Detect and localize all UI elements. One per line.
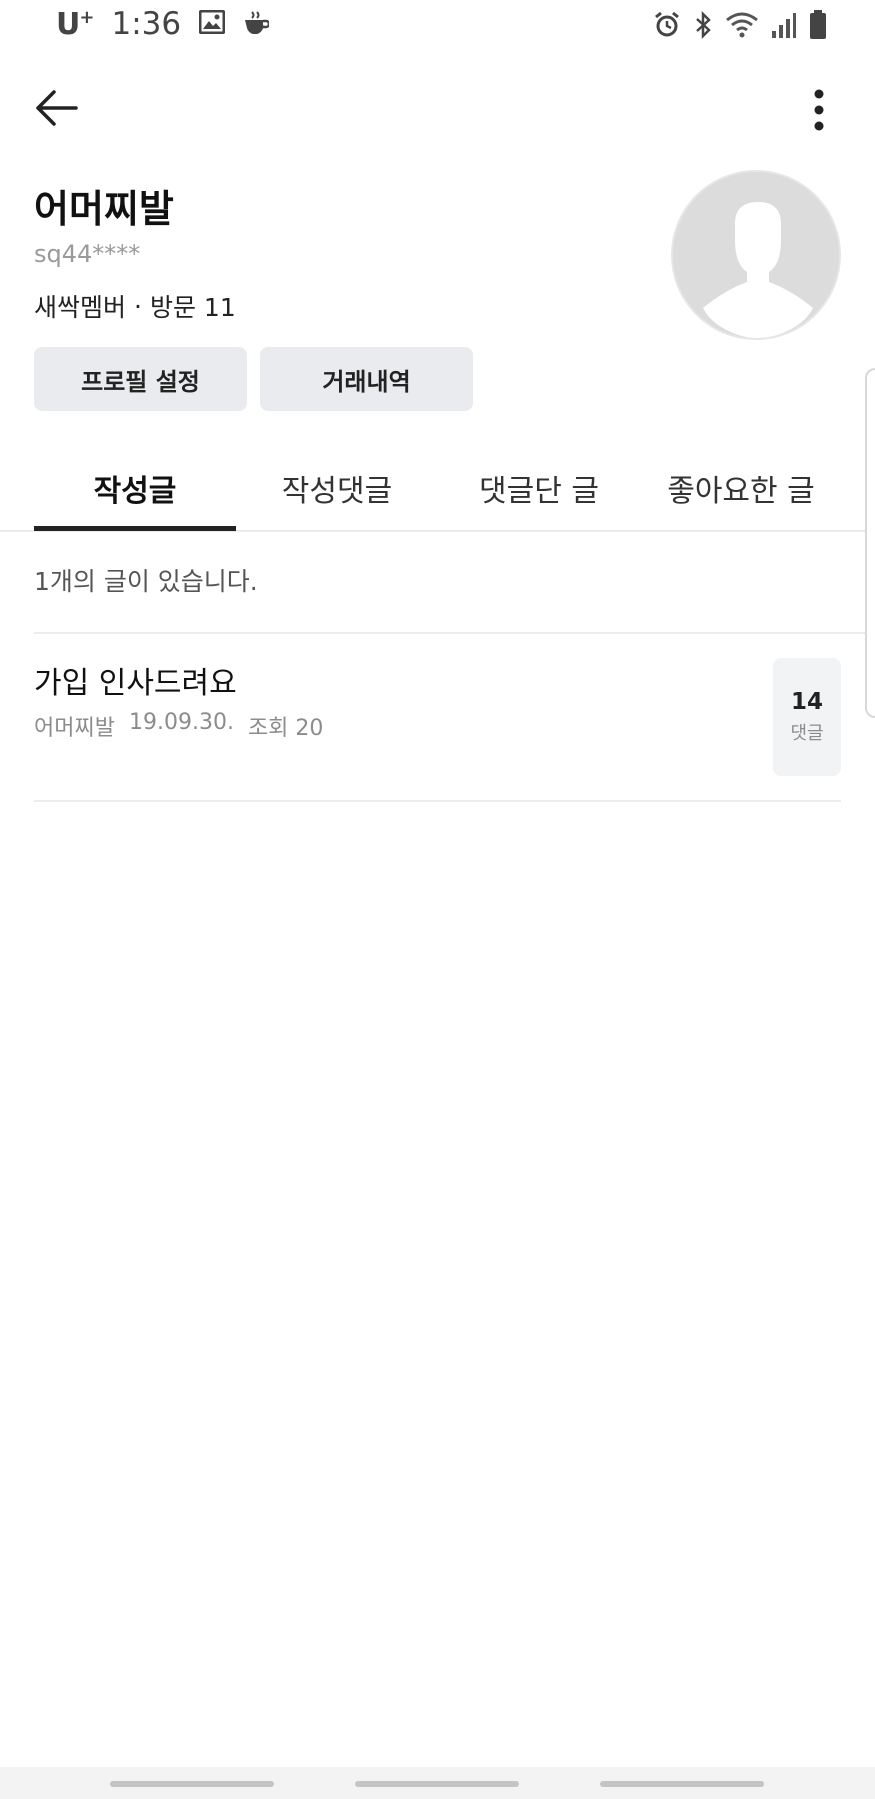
trade-history-button[interactable]: 거래내역 [260, 347, 473, 411]
wifi-icon [725, 11, 759, 43]
navigation-bar [0, 1767, 875, 1799]
meta-separator: · [134, 291, 142, 321]
profile-settings-button[interactable]: 프로필 설정 [34, 347, 247, 411]
battery-icon [809, 10, 827, 44]
nav-recent-button[interactable] [110, 1781, 274, 1787]
signal-icon [771, 11, 797, 43]
divider [34, 800, 841, 802]
active-tab-indicator [34, 526, 236, 531]
profile-meta: 새싹멤버 · 방문 11 [34, 288, 236, 324]
arrow-left-icon [34, 88, 78, 132]
visit-count: 방문 11 [149, 293, 236, 322]
gallery-icon [198, 9, 226, 38]
bluetooth-icon [693, 10, 713, 43]
back-button[interactable] [30, 88, 82, 132]
list-item[interactable]: 가입 인사드려요 어머찌발 19.09.30. 조회 20 14 댓글 [34, 634, 841, 800]
more-options-button[interactable] [799, 88, 839, 136]
profile-user-id: sq44**** [34, 240, 141, 268]
post-views: 조회 20 [247, 716, 324, 741]
comment-label: 댓글 [790, 723, 824, 744]
tab-bar: 작성글 작성댓글 댓글단 글 좋아요한 글 [0, 448, 875, 532]
app-bar [0, 70, 875, 150]
tab-commented-posts[interactable]: 댓글단 글 [438, 448, 640, 532]
person-silhouette-icon [673, 172, 839, 338]
tab-liked-posts[interactable]: 좋아요한 글 [640, 448, 842, 532]
status-left: U+ 1:36 [56, 6, 271, 42]
status-time: 1:36 [111, 6, 182, 42]
tab-label: 작성댓글 [281, 474, 393, 509]
edge-panel-handle[interactable] [865, 368, 875, 718]
carrier-label: U+ [56, 6, 94, 42]
coffee-icon [243, 10, 271, 38]
tab-label: 좋아요한 글 [667, 474, 815, 509]
post-meta: 어머찌발 19.09.30. 조회 20 [34, 710, 323, 742]
tab-my-comments[interactable]: 작성댓글 [236, 448, 438, 532]
avatar[interactable] [671, 170, 841, 340]
post-title: 가입 인사드려요 [34, 666, 237, 701]
post-author: 어머찌발 [34, 716, 115, 741]
status-right [653, 10, 827, 44]
post-count-text: 1개의 글이 있습니다. [34, 567, 258, 596]
nav-back-button[interactable] [600, 1781, 764, 1787]
member-level: 새싹멤버 [34, 293, 127, 322]
post-date: 19.09.30. [128, 710, 234, 735]
comment-count-button[interactable]: 14 댓글 [773, 658, 841, 776]
alarm-icon [653, 11, 681, 43]
nav-home-button[interactable] [355, 1781, 519, 1787]
status-bar: U+ 1:36 [0, 0, 875, 52]
tab-label: 작성글 [93, 474, 177, 509]
more-vertical-icon [813, 88, 825, 136]
tab-label: 댓글단 글 [479, 474, 599, 509]
comment-count: 14 [790, 689, 823, 715]
profile-name: 어머찌발 [34, 187, 174, 231]
tab-my-posts[interactable]: 작성글 [34, 448, 236, 532]
